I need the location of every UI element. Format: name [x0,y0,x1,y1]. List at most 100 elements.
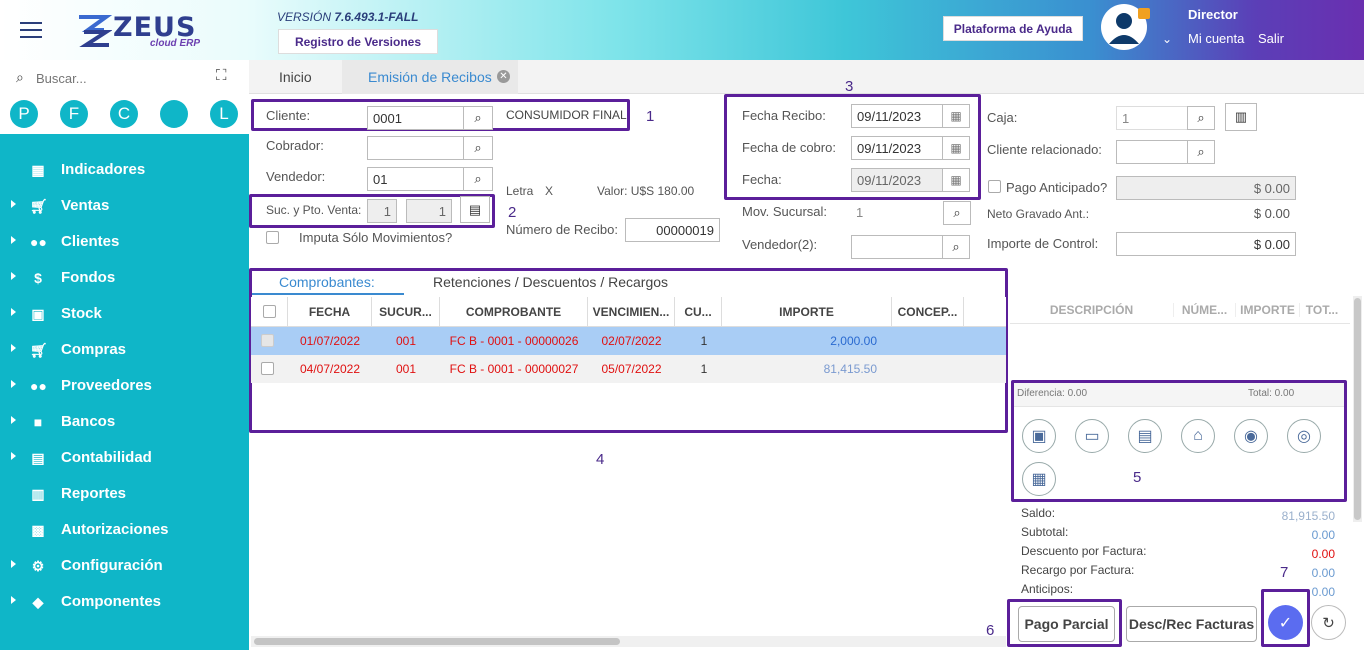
confirm-check-icon[interactable]: ✓ [1268,605,1303,640]
mov-sucursal-input[interactable]: 1 [851,201,943,225]
bank-icon[interactable]: ⌂ [1181,419,1215,453]
calendar-icon[interactable]: ▦ [942,168,970,192]
caja-input[interactable]: 1 [1116,106,1188,130]
tab-comprobantes[interactable]: Comprobantes: [279,274,375,290]
calendar-icon[interactable]: ▦ [942,136,970,160]
sidebar-item-indicadores[interactable]: ▦ Indicadores [0,152,249,188]
sidebar-item-autorizaciones[interactable]: ▩ Autorizaciones [0,512,249,548]
row-checkbox[interactable] [261,362,274,375]
sidebar-item-stock[interactable]: ▣ Stock [0,296,249,332]
col-importe[interactable]: IMPORTE [722,297,892,327]
registro-versiones-button[interactable]: Registro de Versiones [278,29,438,54]
vendedor2-input[interactable] [851,235,943,259]
calendar-icon[interactable]: ▦ [942,104,970,128]
col-cuota[interactable]: CU... [675,297,722,327]
plataforma-ayuda-button[interactable]: Plataforma de Ayuda [943,16,1083,41]
importe-control-input[interactable]: $ 0.00 [1116,232,1296,256]
vendedor-search-icon[interactable]: ⌕ [463,167,493,191]
cell-sucursal: 001 [395,362,417,376]
horizontal-scrollbar-track[interactable] [251,636,1006,647]
suc-input[interactable]: 1 [367,199,397,223]
col-total-right[interactable]: TOT... [1299,303,1344,317]
vendedor2-search-icon[interactable]: ⌕ [942,235,970,259]
col-vencimiento[interactable]: VENCIMIEN... [588,297,675,327]
subtotal-value: 0.00 [1311,528,1335,542]
numero-recibo-input[interactable]: 00000019 [625,218,720,242]
people-icon: ●● [30,234,47,250]
cliente-search-icon[interactable]: ⌕ [463,106,493,130]
table-row[interactable]: 01/07/2022 001 FC B - 0001 - 00000026 02… [251,327,1006,355]
col-importe-right[interactable]: IMPORTE [1235,303,1299,317]
chevron-down-icon[interactable]: ⌄ [1162,32,1172,46]
shortcut-c[interactable]: C [110,100,138,128]
sidebar-item-fondos[interactable]: $ Fondos [0,260,249,296]
fecha-input[interactable]: 09/11/2023 [851,168,943,192]
col-numero[interactable]: NÚME... [1173,303,1235,317]
col-concepto[interactable]: CONCEP... [892,297,964,327]
col-descripcion[interactable]: DESCRIPCIÓN [1010,303,1173,317]
tab-emision-recibos[interactable]: Emisión de Recibos [368,69,492,85]
scrollbar-thumb[interactable] [1354,298,1361,520]
qr-code-icon[interactable]: ▦ [1022,462,1056,496]
people-icon: ●● [30,378,47,394]
shortcut-p[interactable]: P [10,100,38,128]
sidebar-item-contabilidad[interactable]: ▤ Contabilidad [0,440,249,476]
pago-anticipado-input[interactable]: $ 0.00 [1116,176,1296,200]
cobrador-search-icon[interactable]: ⌕ [463,136,493,160]
shortcut-blank[interactable] [160,100,188,128]
id-card-icon[interactable]: ▤ [1128,419,1162,453]
caret-right-icon [11,560,16,568]
select-all-checkbox[interactable] [262,305,276,318]
store-icon[interactable]: ▤ [460,196,490,223]
sidebar-item-compras[interactable]: 🛒︎ Compras [0,332,249,368]
sidebar-item-bancos[interactable]: ■ Bancos [0,404,249,440]
sidebar-item-clientes[interactable]: ●● Clientes [0,224,249,260]
col-sucursal[interactable]: SUCUR... [372,297,440,327]
cliente-relacionado-search-icon[interactable]: ⌕ [1187,140,1215,164]
sidebar-item-componentes[interactable]: ◆ Componentes [0,584,249,620]
cobrador-input[interactable] [367,136,464,160]
shortcut-f[interactable]: F [60,100,88,128]
row-checkbox[interactable] [261,334,274,347]
sidebar-item-proveedores[interactable]: ●● Proveedores [0,368,249,404]
imputa-checkbox[interactable] [266,231,279,244]
tab-inicio[interactable]: Inicio [279,69,312,85]
money-wave-icon[interactable]: ◎ [1287,419,1321,453]
vendedor-input[interactable]: 01 [367,167,464,191]
cliente-relacionado-input[interactable] [1116,140,1188,164]
top-bar [0,0,1364,60]
credit-card-icon[interactable]: ▭ [1075,419,1109,453]
fecha-cobro-input[interactable]: 09/11/2023 [851,136,943,160]
mi-cuenta-link[interactable]: Mi cuenta [1188,31,1244,46]
table-row[interactable]: 04/07/2022 001 FC B - 0001 - 00000027 05… [251,355,1006,383]
cash-icon[interactable]: ▣ [1022,419,1056,453]
salir-link[interactable]: Salir [1258,31,1284,46]
tag-icon: ◆ [32,594,44,610]
fecha-recibo-input[interactable]: 09/11/2023 [851,104,943,128]
horizontal-scrollbar-thumb[interactable] [254,638,620,645]
col-comprobante[interactable]: COMPROBANTE [440,297,588,327]
mov-sucursal-label: Mov. Sucursal: [742,204,828,219]
scrollbar-track[interactable] [1353,296,1362,522]
desc-rec-facturas-button[interactable]: Desc/Rec Facturas [1126,606,1257,642]
hamburger-menu-icon[interactable] [20,22,42,38]
col-fecha[interactable]: FECHA [288,297,372,327]
pago-anticipado-checkbox[interactable] [988,180,1001,193]
cliente-input[interactable]: 0001 [367,106,464,130]
pto-venta-input[interactable]: 1 [406,199,452,223]
caja-search-icon[interactable]: ⌕ [1187,106,1215,130]
tab-retenciones[interactable]: Retenciones / Descuentos / Recargos [433,274,668,290]
sidebar-item-reportes[interactable]: ▥ Reportes [0,476,249,512]
pago-parcial-button[interactable]: Pago Parcial [1018,606,1115,642]
coins-icon[interactable]: ◉ [1234,419,1268,453]
sidebar-item-configuracion[interactable]: ⚙ Configuración [0,548,249,584]
mov-sucursal-search-icon[interactable]: ⌕ [943,201,971,225]
search-input[interactable] [36,68,196,88]
document-icon[interactable]: ▥ [1225,103,1257,131]
shortcut-l[interactable]: L [210,100,238,128]
refresh-icon[interactable]: ↻ [1311,605,1346,640]
saldo-label: Saldo: [1021,506,1056,520]
close-tab-icon[interactable]: ✕ [497,70,510,83]
fullscreen-icon[interactable]: ⛶ [216,67,227,84]
sidebar-item-ventas[interactable]: 🛒︎ Ventas [0,188,249,224]
